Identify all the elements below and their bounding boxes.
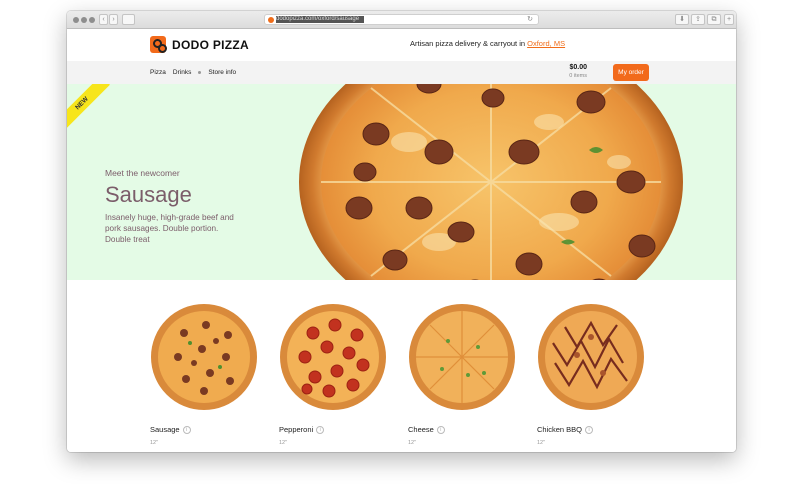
product-card-chicken-bbq[interactable]: Chicken BBQ i 12" [537, 303, 647, 446]
cart-count: 0 items [569, 73, 587, 79]
site-header: DODO PIZZA Artisan pizza delivery & carr… [67, 29, 736, 61]
reload-icon[interactable]: ↻ [527, 15, 533, 23]
address-bar[interactable]: dodopizza.com/oxford/sausage ↻ [264, 14, 539, 25]
forward-button[interactable]: › [109, 14, 118, 25]
hero-banner[interactable]: NEW Meet the newcomer Sausage Insanely h… [67, 84, 736, 280]
product-name[interactable]: Pepperoni i [279, 425, 325, 434]
product-size: 12" [408, 440, 417, 446]
info-icon[interactable]: i [436, 425, 445, 434]
nav-item-store-info[interactable]: Store info [208, 69, 236, 76]
brand-name: DODO PIZZA [172, 37, 249, 52]
close-window-icon[interactable] [73, 17, 79, 23]
tagline: Artisan pizza delivery & carryout in Oxf… [410, 39, 565, 48]
product-name[interactable]: Sausage i [150, 425, 191, 434]
nav-bar: Pizza Drinks Store info $0.00 0 items My… [67, 61, 736, 84]
sidebar-toggle-icon[interactable] [122, 14, 135, 25]
product-name-text[interactable]: Cheese [408, 425, 434, 434]
info-icon[interactable]: i [585, 425, 594, 434]
product-name-text[interactable]: Chicken BBQ [537, 425, 582, 434]
product-card-cheese[interactable]: Cheese i 12" [408, 303, 518, 446]
product-name-text[interactable]: Sausage [150, 425, 180, 434]
tagline-text: Artisan pizza delivery & carryout in [410, 39, 526, 48]
browser-window: ‹ › dodopizza.com/oxford/sausage ↻ ⬇ ⇪ ⧉… [67, 11, 736, 452]
info-icon[interactable]: i [316, 425, 325, 434]
favicon-icon [268, 17, 274, 23]
nav-separator-dot [198, 71, 202, 74]
minimize-window-icon[interactable] [81, 17, 87, 23]
download-icon[interactable]: ⬇ [675, 14, 689, 25]
product-size: 12" [150, 440, 159, 446]
browser-toolbar: ‹ › dodopizza.com/oxford/sausage ↻ ⬇ ⇪ ⧉… [67, 11, 736, 29]
cart-amount: $0.00 [569, 64, 587, 71]
info-icon[interactable]: i [182, 425, 191, 434]
brand-logo[interactable]: DODO PIZZA [150, 36, 249, 53]
sausage-pizza-image[interactable] [150, 303, 258, 411]
share-icon[interactable]: ⇪ [691, 14, 705, 25]
product-size: 12" [279, 440, 288, 446]
product-card-sausage[interactable]: Sausage i 12" [150, 303, 260, 446]
zoom-window-icon[interactable] [89, 17, 95, 23]
hero-pizza-image [299, 84, 683, 280]
address-text[interactable]: dodopizza.com/oxford/sausage [276, 16, 364, 23]
product-grid: Sausage i 12" Pepperoni i 12" Cheese i 12" [67, 280, 736, 452]
nav-item-drinks[interactable]: Drinks [173, 69, 191, 76]
nav-item-pizza[interactable]: Pizza [150, 69, 166, 76]
hero-description: Insanely huge, high-grade beef and pork … [105, 213, 234, 244]
product-size: 12" [537, 440, 546, 446]
pepperoni-pizza-image[interactable] [279, 303, 387, 411]
new-ribbon: NEW [67, 84, 110, 132]
my-order-button[interactable]: My order [613, 64, 649, 81]
tabs-overview-icon[interactable]: ⧉ [707, 14, 721, 25]
city-link[interactable]: Oxford, MS [527, 39, 565, 48]
chicken-bbq-pizza-image[interactable] [537, 303, 645, 411]
dodo-logo-icon [150, 36, 167, 53]
hero-title: Sausage [105, 182, 192, 207]
hero-kicker: Meet the newcomer [105, 168, 180, 178]
product-name[interactable]: Cheese i [408, 425, 445, 434]
cheese-pizza-image[interactable] [408, 303, 516, 411]
product-card-pepperoni[interactable]: Pepperoni i 12" [279, 303, 389, 446]
product-name[interactable]: Chicken BBQ i [537, 425, 594, 434]
product-name-text[interactable]: Pepperoni [279, 425, 313, 434]
new-tab-button[interactable]: + [724, 14, 734, 25]
back-button[interactable]: ‹ [99, 14, 108, 25]
